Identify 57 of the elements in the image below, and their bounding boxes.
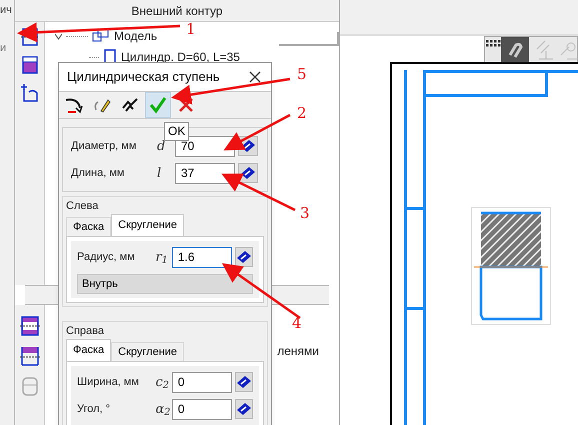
annotation-number: 2 bbox=[297, 106, 307, 121]
field-symbol: r$_{1}$ bbox=[155, 250, 169, 264]
tree-item[interactable]: Цилиндр. D=60, L=35 bbox=[121, 48, 240, 66]
tab[interactable]: Фаска bbox=[66, 339, 112, 361]
tooltip: OK bbox=[164, 122, 190, 141]
field-label: Угол, ° bbox=[77, 402, 112, 417]
dropdown[interactable]: Внутрь bbox=[77, 274, 253, 294]
field-label: Ширина, мм bbox=[77, 374, 140, 390]
tree-item[interactable]: Модель bbox=[114, 27, 158, 45]
annotation-number: 1 bbox=[186, 22, 196, 37]
tab[interactable]: Фаска bbox=[66, 217, 112, 236]
close-button[interactable] bbox=[247, 69, 263, 85]
group-title: Справа bbox=[66, 324, 105, 339]
field-symbol: l bbox=[157, 166, 162, 180]
close-icon bbox=[249, 71, 261, 83]
check-icon bbox=[149, 96, 167, 114]
annotation-number: 5 bbox=[297, 67, 307, 82]
magnet-icon bbox=[506, 41, 524, 59]
magnet-button[interactable] bbox=[501, 37, 529, 63]
annotation-number: 3 bbox=[300, 206, 310, 221]
field-button[interactable] bbox=[234, 399, 254, 419]
book-icon bbox=[240, 166, 256, 180]
field-label: Длина, мм bbox=[71, 166, 126, 181]
close-icon bbox=[178, 97, 194, 113]
hatched-step-icon[interactable] bbox=[20, 55, 40, 75]
tab[interactable]: Скругление bbox=[111, 214, 184, 236]
field-label: Радиус, мм bbox=[77, 250, 136, 265]
input-field[interactable]: 0 bbox=[172, 372, 232, 392]
dialog-title: Цилиндрическая ступень bbox=[67, 68, 220, 86]
book-icon bbox=[236, 250, 252, 264]
field-symbol: α$_{2}$ bbox=[155, 402, 172, 416]
input-field[interactable]: 37 bbox=[175, 162, 235, 184]
field-symbol: c$_{2}$ bbox=[155, 376, 170, 388]
panel-text: ич bbox=[0, 3, 13, 18]
panel-text: и bbox=[0, 41, 8, 56]
field-button[interactable] bbox=[234, 247, 254, 267]
input-field[interactable]: 1.6 bbox=[172, 246, 232, 268]
group-title: Слева bbox=[66, 199, 100, 214]
hatched-cylinder-icon[interactable] bbox=[20, 345, 40, 367]
field-button[interactable] bbox=[234, 372, 254, 392]
input-field[interactable]: 0 bbox=[172, 398, 232, 420]
curve-arrow-icon bbox=[64, 96, 84, 114]
field-symbol: d bbox=[157, 140, 166, 152]
book-icon bbox=[236, 402, 252, 416]
field-button[interactable] bbox=[238, 163, 258, 183]
list-text: ленями bbox=[277, 343, 319, 360]
hatched-cylinder-icon[interactable] bbox=[20, 315, 40, 337]
figure-icon bbox=[121, 96, 139, 114]
book-icon bbox=[236, 375, 252, 389]
model-icon bbox=[92, 28, 110, 44]
field-label: Диаметр, мм bbox=[71, 138, 138, 154]
add-step-icon[interactable] bbox=[20, 83, 40, 103]
annotation-arrow bbox=[224, 114, 291, 150]
panel-title: Внешний контур bbox=[131, 2, 223, 20]
cylinder-step-icon[interactable] bbox=[20, 27, 40, 47]
annotation-number: 4 bbox=[292, 316, 302, 331]
tab[interactable]: Скругление bbox=[111, 342, 184, 361]
